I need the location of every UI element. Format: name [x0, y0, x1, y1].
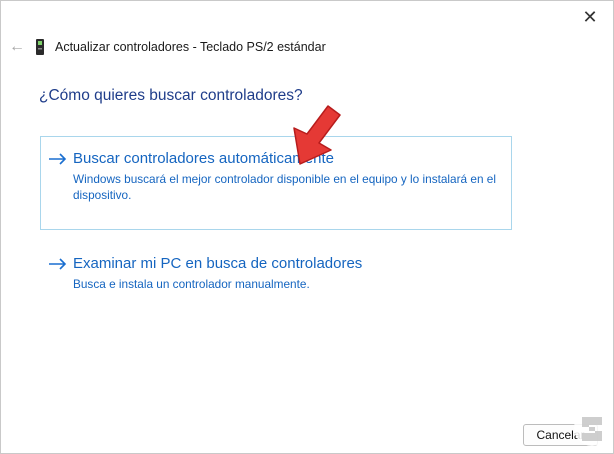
device-icon — [35, 39, 45, 55]
red-annotation-arrow-icon — [293, 105, 341, 165]
option-title: Examinar mi PC en busca de controladores — [73, 255, 363, 272]
dialog-header: ← Actualizar controladores - Teclado PS/… — [9, 37, 326, 57]
option-description-line: Windows buscará el mejor controlador dis… — [73, 172, 496, 186]
arrow-right-icon — [49, 149, 73, 203]
close-button[interactable]: ✕ — [567, 1, 613, 33]
update-drivers-dialog: ✕ ← Actualizar controladores - Teclado P… — [0, 0, 614, 454]
watermark-logo-icon — [574, 410, 610, 446]
close-icon: ✕ — [582, 6, 598, 27]
browse-my-pc-option[interactable]: Examinar mi PC en busca de controladores… — [40, 241, 512, 301]
search-automatically-option[interactable]: Buscar controladores automáticamente Win… — [40, 136, 512, 230]
option-description: Windows buscará el mejor controlador dis… — [73, 171, 496, 203]
back-arrow-icon[interactable]: ← — [9, 38, 25, 56]
option-description: Busca e instala un controlador manualmen… — [73, 277, 310, 291]
window-title: Actualizar controladores - Teclado PS/2 … — [55, 40, 326, 54]
page-question: ¿Cómo quieres buscar controladores? — [39, 87, 303, 104]
option-title: Buscar controladores automáticamente — [73, 150, 334, 167]
option-description-line: dispositivo. — [73, 188, 132, 202]
arrow-right-icon — [49, 254, 73, 292]
